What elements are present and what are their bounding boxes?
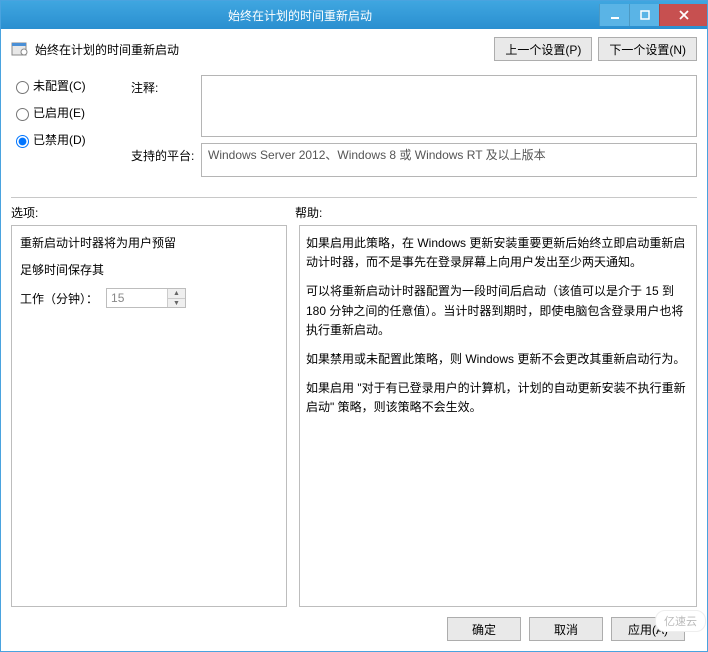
- window-title: 始终在计划的时间重新启动: [1, 7, 599, 24]
- options-section-label: 选项:: [11, 204, 295, 221]
- supported-platform-text: Windows Server 2012、Windows 8 或 Windows …: [208, 148, 546, 162]
- titlebar: 始终在计划的时间重新启动: [1, 1, 707, 29]
- cancel-button[interactable]: 取消: [529, 617, 603, 641]
- header-row: 始终在计划的时间重新启动 上一个设置(P) 下一个设置(N): [11, 37, 697, 61]
- radio-enabled-input[interactable]: [16, 108, 29, 121]
- ok-button[interactable]: 确定: [447, 617, 521, 641]
- minutes-input[interactable]: [107, 289, 167, 307]
- radio-not-configured[interactable]: 未配置(C): [11, 77, 121, 94]
- comment-label: 注释:: [131, 75, 201, 137]
- radio-disabled-input[interactable]: [16, 135, 29, 148]
- spinner-down-icon[interactable]: ▼: [168, 299, 185, 308]
- policy-icon: [11, 40, 29, 58]
- platform-label: 支持的平台:: [131, 143, 201, 177]
- supported-platform-box: Windows Server 2012、Windows 8 或 Windows …: [201, 143, 697, 177]
- dialog-buttons: 确定 取消 应用(A): [11, 607, 697, 651]
- form-column: 注释: 支持的平台: Windows Server 2012、Windows 8…: [131, 75, 697, 183]
- options-text-2: 足够时间保存其: [20, 261, 278, 280]
- help-section-label: 帮助:: [295, 204, 697, 221]
- minutes-spinner[interactable]: ▲ ▼: [106, 288, 186, 308]
- minutes-row: 工作（分钟）： ▲ ▼: [20, 288, 278, 308]
- apply-button[interactable]: 应用(A): [611, 617, 685, 641]
- spinner-arrows[interactable]: ▲ ▼: [167, 289, 185, 307]
- radio-disabled[interactable]: 已禁用(D): [11, 131, 121, 148]
- divider: [11, 197, 697, 198]
- help-paragraph: 可以将重新启动计时器配置为一段时间后启动（该值可以是介于 15 到 180 分钟…: [306, 282, 690, 340]
- help-paragraph: 如果禁用或未配置此策略，则 Windows 更新不会更改其重新启动行为。: [306, 350, 690, 369]
- close-button[interactable]: [659, 4, 707, 26]
- spinner-up-icon[interactable]: ▲: [168, 289, 185, 299]
- radio-not-configured-label: 未配置(C): [33, 77, 86, 94]
- minutes-label: 工作（分钟）：: [20, 290, 98, 307]
- help-paragraph: 如果启用 "对于有已登录用户的计算机，计划的自动更新安装不执行重新启动" 策略，…: [306, 379, 690, 417]
- options-text-1: 重新启动计时器将为用户预留: [20, 234, 278, 253]
- options-panel: 重新启动计时器将为用户预留 足够时间保存其 工作（分钟）： ▲ ▼: [11, 225, 287, 607]
- radio-disabled-label: 已禁用(D): [33, 131, 86, 148]
- help-paragraph: 如果启用此策略，在 Windows 更新安装重要更新后始终立即启动重新启动计时器…: [306, 234, 690, 272]
- section-labels: 选项: 帮助:: [11, 204, 697, 221]
- previous-setting-button[interactable]: 上一个设置(P): [494, 37, 592, 61]
- radio-enabled[interactable]: 已启用(E): [11, 104, 121, 121]
- policy-name: 始终在计划的时间重新启动: [35, 41, 488, 58]
- comment-textarea[interactable]: [201, 75, 697, 137]
- config-area: 未配置(C) 已启用(E) 已禁用(D) 注释: 支持的平台:: [11, 75, 697, 183]
- state-radio-group: 未配置(C) 已启用(E) 已禁用(D): [11, 75, 121, 183]
- radio-enabled-label: 已启用(E): [33, 104, 85, 121]
- radio-not-configured-input[interactable]: [16, 81, 29, 94]
- next-setting-button[interactable]: 下一个设置(N): [598, 37, 697, 61]
- dialog-window: 始终在计划的时间重新启动 始终在计划的时间重新启动 上一个设置(P) 下一个设置…: [0, 0, 708, 652]
- content-area: 始终在计划的时间重新启动 上一个设置(P) 下一个设置(N) 未配置(C) 已启…: [1, 29, 707, 651]
- panels: 重新启动计时器将为用户预留 足够时间保存其 工作（分钟）： ▲ ▼ 如果启用此策…: [11, 225, 697, 607]
- help-panel[interactable]: 如果启用此策略，在 Windows 更新安装重要更新后始终立即启动重新启动计时器…: [299, 225, 697, 607]
- minimize-button[interactable]: [599, 4, 629, 26]
- maximize-button[interactable]: [629, 4, 659, 26]
